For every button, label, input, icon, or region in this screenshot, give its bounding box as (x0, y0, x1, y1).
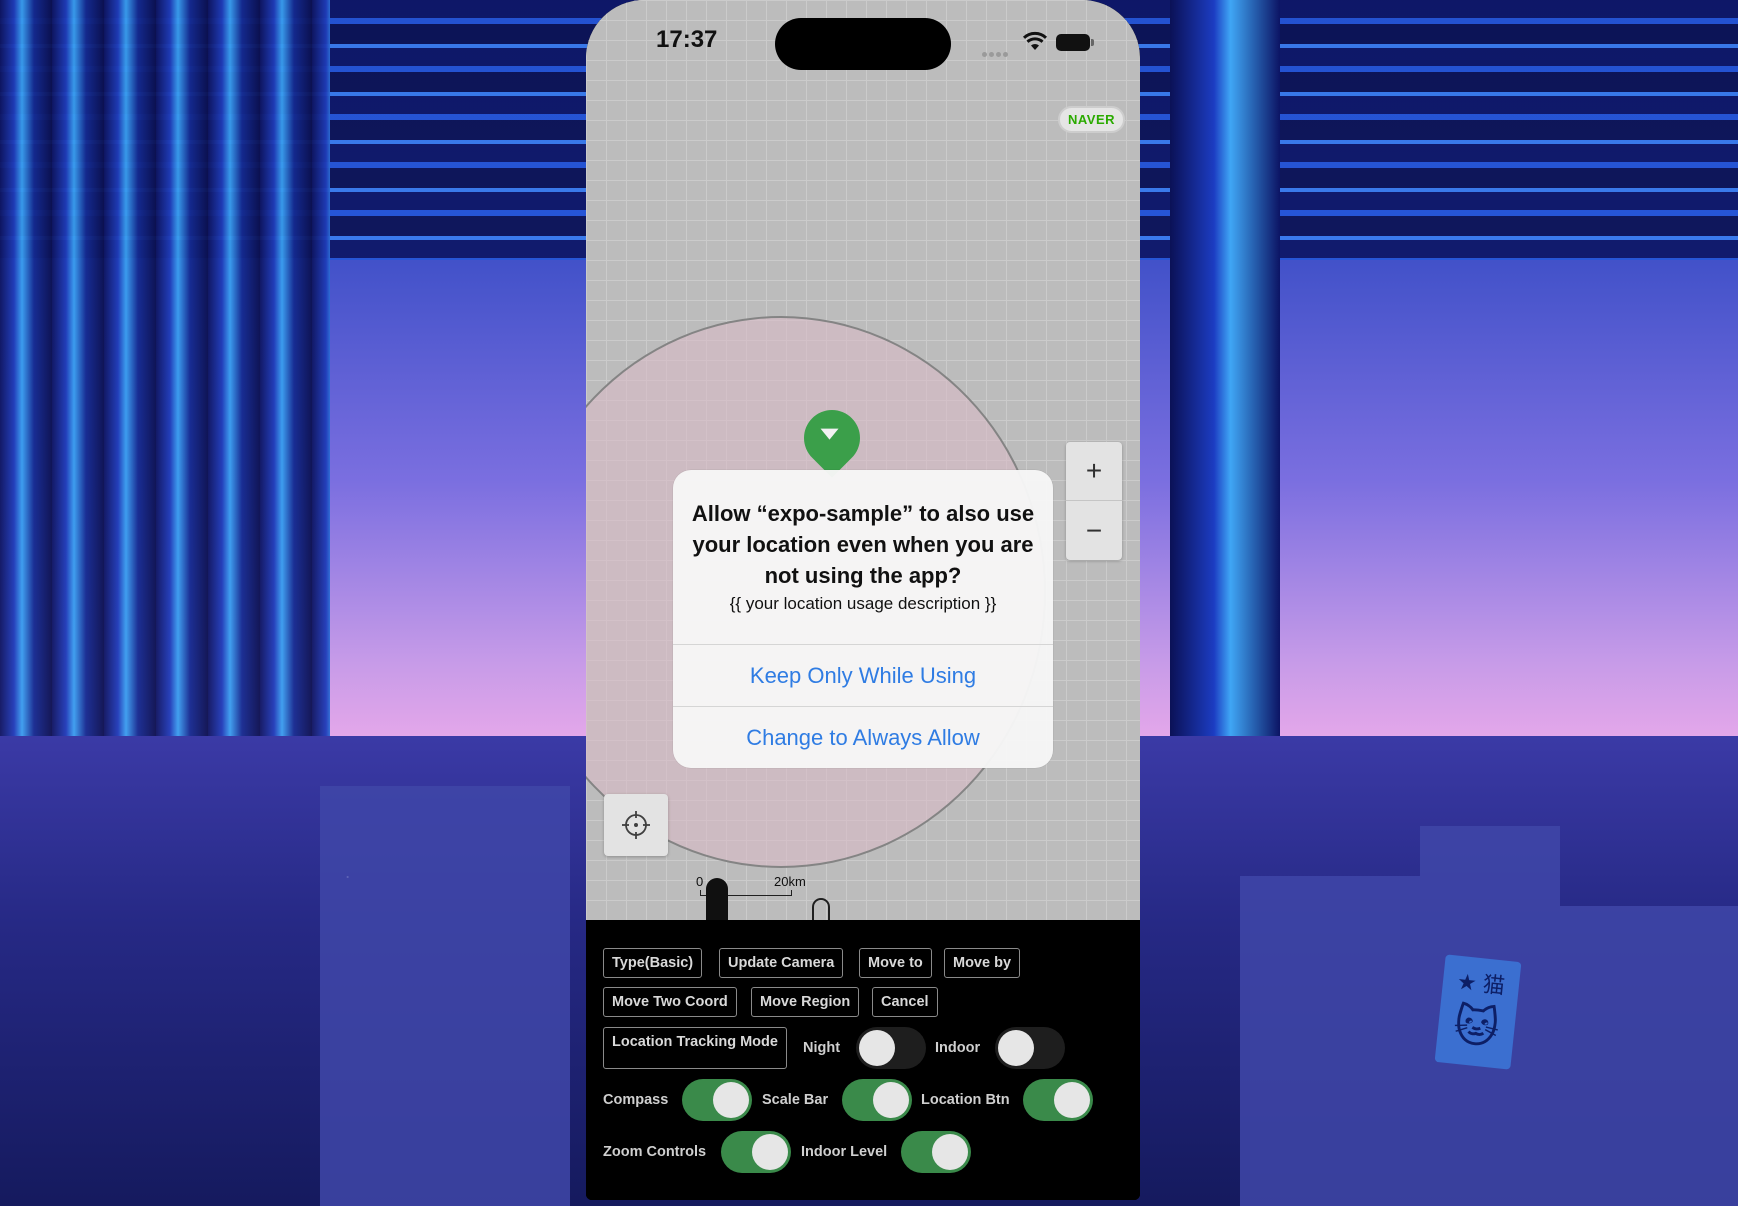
compass-toggle-label: Compass (603, 1092, 669, 1108)
wallpaper-cat-sticker: ★ 猫 🐱 (1434, 954, 1522, 1070)
toggle-knob (998, 1030, 1034, 1066)
dynamic-island (775, 18, 951, 70)
toggle-knob (752, 1134, 788, 1170)
toggle-knob (713, 1082, 749, 1118)
move-region-button[interactable]: Move Region (751, 987, 860, 1017)
cancel-button[interactable]: Cancel (872, 987, 938, 1017)
location-btn-toggle-label: Location Btn (921, 1092, 1010, 1108)
dialog-title: Allow “expo-sample” to also use your loc… (691, 501, 1035, 588)
move-two-coord-button[interactable]: Move Two Coord (603, 987, 737, 1017)
location-tracking-mode-button[interactable]: Location Tracking Mode (603, 1027, 787, 1069)
indoor-level-toggle-label: Indoor Level (801, 1144, 888, 1160)
phone-screen: NAVER + − 0 20km 17:37 Allow “expo-sampl… (586, 0, 1140, 1200)
status-time: 17:37 (656, 26, 718, 53)
night-toggle[interactable] (856, 1027, 926, 1069)
status-bar: 17:37 (586, 0, 1140, 80)
wallpaper-building (1560, 906, 1738, 1206)
cellular-signal-icon (982, 44, 1012, 57)
location-btn-toggle[interactable] (1023, 1079, 1093, 1121)
move-by-button[interactable]: Move by (944, 948, 1021, 978)
control-panel: Type(Basic) Update Camera Move to Move b… (586, 920, 1140, 1200)
toggle-knob (859, 1030, 895, 1066)
battery-icon (1056, 34, 1094, 51)
toggle-knob (873, 1082, 909, 1118)
scale-bar-toggle-label: Scale Bar (762, 1092, 829, 1108)
cat-face-icon: 🐱 (1451, 1000, 1502, 1055)
wallpaper-building (320, 786, 570, 1206)
naver-map[interactable]: NAVER + − 0 20km (586, 0, 1140, 924)
compass-toggle[interactable] (682, 1079, 752, 1121)
change-to-always-allow-button[interactable]: Change to Always Allow (673, 706, 1053, 768)
zoom-controls-toggle-label: Zoom Controls (603, 1144, 707, 1160)
scale-bar-toggle[interactable] (842, 1079, 912, 1121)
toggle-knob (932, 1134, 968, 1170)
toggle-knob (1054, 1082, 1090, 1118)
phone-frame: NAVER + − 0 20km 17:37 Allow “expo-sampl… (586, 0, 1140, 1200)
wallpaper-building (1240, 876, 1420, 1206)
dialog-message: {{ your location usage description }} (729, 594, 997, 613)
wifi-icon (1022, 31, 1048, 50)
type-basic-button[interactable]: Type(Basic) (603, 948, 703, 978)
location-permission-dialog: Allow “expo-sample” to also use your loc… (673, 470, 1053, 768)
night-toggle-label: Night (803, 1040, 841, 1056)
keep-only-while-using-button[interactable]: Keep Only While Using (673, 644, 1053, 706)
indoor-toggle-label: Indoor (935, 1040, 981, 1056)
indoor-level-toggle[interactable] (901, 1131, 971, 1173)
update-camera-button[interactable]: Update Camera (719, 948, 844, 978)
modal-dim-overlay (586, 0, 1140, 920)
move-to-button[interactable]: Move to (859, 948, 932, 978)
indoor-toggle[interactable] (995, 1027, 1065, 1069)
zoom-controls-toggle[interactable] (721, 1131, 791, 1173)
